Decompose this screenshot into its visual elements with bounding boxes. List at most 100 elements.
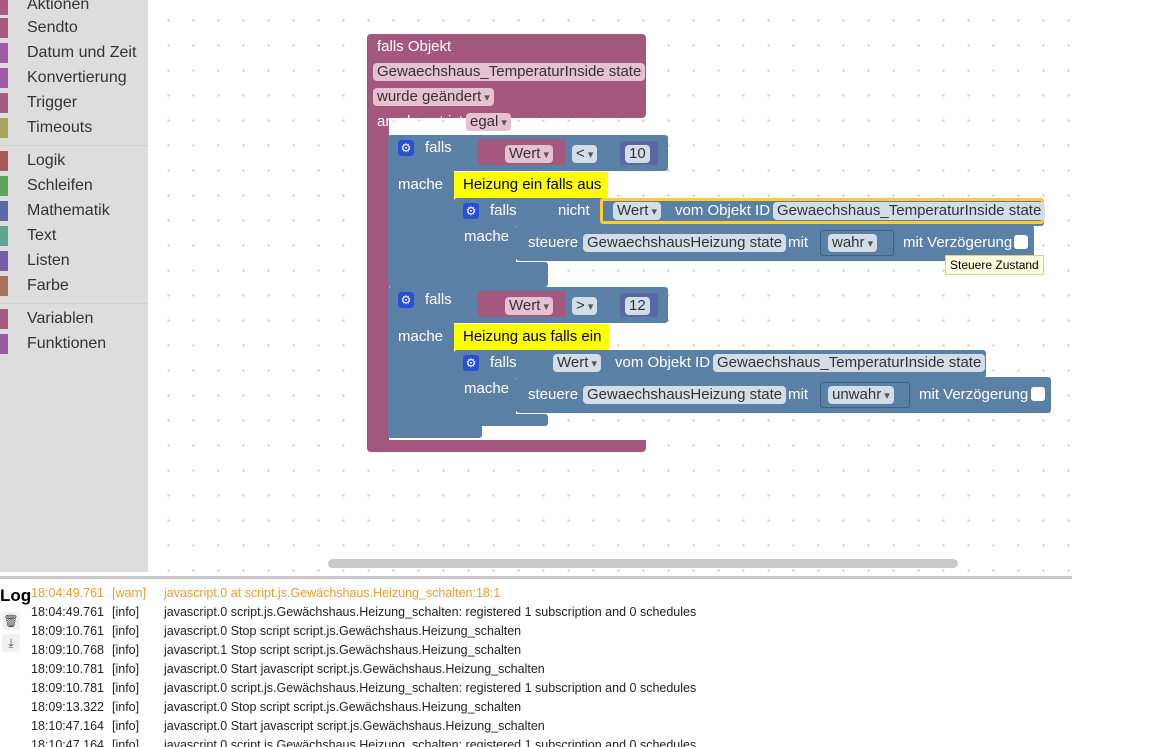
log-message: javascript.0 Start javascript script.js.… — [164, 662, 545, 676]
workspace[interactable]: falls Objekt Gewaechshaus_TemperaturInsi… — [148, 0, 1072, 572]
category-label: Datum und Zeit — [27, 44, 137, 61]
control-1-delay-checkbox[interactable] — [1014, 235, 1028, 249]
if-block-2-spine — [388, 287, 454, 437]
category-label: Konvertierung — [27, 69, 127, 86]
category-color-swatch — [0, 201, 8, 221]
log-time: 18:04:49.761 — [31, 605, 104, 619]
log-time: 18:09:10.781 — [31, 662, 104, 676]
category-color-swatch — [0, 276, 8, 296]
if-2-wert-dropdown[interactable]: Wert — [505, 297, 553, 315]
gear-icon[interactable]: ⚙ — [463, 203, 479, 219]
log-message: javascript.0 Stop script script.js.Gewäc… — [164, 624, 522, 638]
if-2-falls-label: falls — [425, 291, 452, 308]
log-message: javascript.0 Stop script script.js.Gewäc… — [164, 700, 522, 714]
category-color-swatch — [0, 251, 8, 271]
inner-if-1-object-field[interactable]: Gewaechshaus_TemperaturInside state — [773, 202, 1046, 220]
category-label: Schleifen — [27, 177, 93, 194]
log-message: javascript.0 script.js.Gewächshaus.Heizu… — [164, 681, 697, 695]
category-label: Logik — [27, 152, 66, 169]
log-row: 18:09:13.322 [info] javascript.0 Stop scri… — [0, 698, 1072, 717]
category-color-swatch — [0, 0, 8, 15]
inner-if-2-object-field[interactable]: Gewaechshaus_TemperaturInside state — [713, 354, 986, 372]
log-time: 18:10:47.164 — [31, 719, 104, 733]
gear-icon[interactable]: ⚙ — [463, 355, 479, 371]
log-level: [info] — [112, 719, 140, 733]
category-color-swatch — [0, 68, 8, 88]
category-label: Mathematik — [27, 202, 110, 219]
category-text[interactable]: Text — [0, 224, 148, 248]
control-1-object-field[interactable]: GewaechshausHeizung state — [583, 234, 787, 252]
log-level: [info] — [112, 738, 140, 747]
gear-icon[interactable]: ⚙ — [398, 140, 414, 156]
log-level: [info] — [112, 643, 140, 657]
log-row: 18:09:10.781 [info] javascript.0 Start jav… — [0, 660, 1072, 679]
category-konvertierung[interactable]: Konvertierung — [0, 66, 148, 90]
log-time: 18:09:10.761 — [31, 624, 104, 638]
category-color-swatch — [0, 118, 8, 138]
category-logik[interactable]: Logik — [0, 149, 148, 173]
log-level: [info] — [112, 700, 140, 714]
trigger-block-bottom — [367, 440, 646, 452]
trigger-ack-dropdown[interactable]: egal — [466, 113, 511, 131]
gear-icon[interactable]: ⚙ — [398, 292, 414, 308]
log-time: 18:09:10.781 — [31, 681, 104, 695]
blockly-editor: Aktionen Sendto Datum und Zeit Konvertie… — [0, 0, 1152, 747]
inner-if-1-mache-label: mache — [464, 228, 510, 245]
log-message: javascript.1 Stop script script.js.Gewäc… — [164, 643, 522, 657]
category-datum-und-zeit[interactable]: Datum und Zeit — [0, 41, 148, 65]
category-color-swatch — [0, 18, 8, 38]
control-2-mit-label: mit — [788, 386, 808, 403]
category-variablen[interactable]: Variablen — [0, 307, 148, 331]
if-2-comment-text: Heizung aus falls ein — [463, 328, 602, 345]
category-mathematik[interactable]: Mathematik — [0, 199, 148, 223]
if-2-operator-dropdown[interactable]: > — [572, 297, 598, 315]
control-2-steuere-label: steuere — [528, 386, 579, 403]
if-block-2-bottom — [388, 424, 482, 438]
inner-if-block-2-bottom — [454, 414, 548, 426]
toolbox-separator — [0, 145, 148, 146]
category-color-swatch — [0, 151, 8, 171]
control-2-object-field[interactable]: GewaechshausHeizung state — [583, 386, 787, 404]
log-level: [warn] — [112, 586, 147, 600]
log-time: 18:09:13.322 — [31, 700, 104, 714]
category-schleifen[interactable]: Schleifen — [0, 174, 148, 198]
inner-if-1-falls-label: falls — [490, 202, 517, 219]
log-level: [info] — [112, 605, 140, 619]
horizontal-scrollbar[interactable] — [328, 559, 958, 568]
trigger-change-dropdown[interactable]: wurde geändert — [373, 88, 494, 106]
category-aktionen[interactable]: Aktionen — [0, 0, 148, 17]
control-1-mit-label: mit — [788, 234, 808, 251]
if-1-number-field[interactable]: 10 — [625, 145, 650, 163]
category-timeouts[interactable]: Timeouts — [0, 116, 148, 140]
log-row: 18:09:10.761 [info] javascript.0 Stop scri… — [0, 622, 1072, 641]
log-time: 18:10:47.164 — [31, 738, 104, 747]
category-farbe[interactable]: Farbe — [0, 274, 148, 298]
category-color-swatch — [0, 43, 8, 63]
log-level: [info] — [112, 624, 140, 638]
inner-if-2-wert-dropdown[interactable]: Wert — [553, 354, 601, 372]
control-2-value-dropdown[interactable]: unwahr — [828, 386, 894, 404]
category-listen[interactable]: Listen — [0, 249, 148, 273]
inner-if-1-wert-dropdown[interactable]: Wert — [613, 202, 661, 220]
category-sendto[interactable]: Sendto — [0, 16, 148, 40]
category-trigger[interactable]: Trigger — [0, 91, 148, 115]
log-level: [info] — [112, 662, 140, 676]
if-1-comment-text: Heizung ein falls aus — [463, 176, 602, 193]
log-message: javascript.0 script.js.Gewächshaus.Heizu… — [164, 605, 697, 619]
trigger-object-field[interactable]: Gewaechshaus_TemperaturInside state — [373, 63, 646, 81]
control-2-delay-checkbox[interactable] — [1031, 387, 1045, 401]
inner-if-2-mache-label: mache — [464, 380, 510, 397]
control-2-delay-label: mit Verzögerung — [919, 386, 1029, 403]
category-funktionen[interactable]: Funktionen — [0, 332, 148, 356]
category-label: Listen — [27, 252, 70, 269]
log-time: 18:04:49.761 — [31, 586, 104, 600]
if-2-number-field[interactable]: 12 — [625, 297, 650, 315]
toolbox-separator — [0, 303, 148, 304]
category-label: Text — [27, 227, 57, 244]
control-1-value-dropdown[interactable]: wahr — [828, 234, 878, 252]
category-color-swatch — [0, 93, 8, 113]
log-row: 18:10:47.164 [info] javascript.0 script.js… — [0, 736, 1072, 747]
if-1-wert-dropdown[interactable]: Wert — [505, 145, 553, 163]
category-label: Sendto — [27, 19, 78, 36]
if-1-operator-dropdown[interactable]: < — [572, 145, 598, 163]
